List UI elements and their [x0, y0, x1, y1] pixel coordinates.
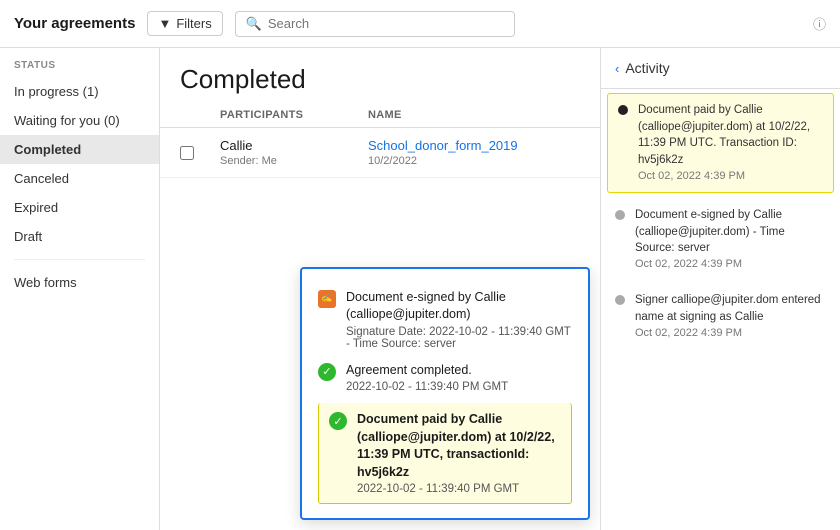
- activity-date-signer: Oct 02, 2022 4:39 PM: [635, 326, 826, 341]
- paid-sub-text: 2022-10-02 - 11:39:40 PM GMT: [357, 483, 561, 495]
- activity-item-esigned[interactable]: Document e-signed by Callie (calliope@ju…: [601, 197, 840, 282]
- doc-cell: School_donor_form_2019 10/2/2022: [368, 138, 580, 167]
- row-checkbox[interactable]: [180, 146, 194, 160]
- completed-icon: ✓: [318, 363, 336, 381]
- activity-dot-paid: [618, 105, 628, 115]
- activity-date-paid: Oct 02, 2022 4:39 PM: [638, 169, 823, 184]
- participant-cell: Callie Sender: Me: [220, 138, 360, 167]
- activity-item-paid[interactable]: Document paid by Callie (calliope@jupite…: [607, 93, 834, 193]
- sidebar-item-canceled[interactable]: Canceled: [0, 164, 159, 193]
- table-row[interactable]: Callie Sender: Me School_donor_form_2019…: [160, 128, 600, 178]
- sidebar-item-expired[interactable]: Expired: [0, 193, 159, 222]
- activity-panel-header[interactable]: ‹ Activity: [601, 48, 840, 89]
- sidebar-item-waiting[interactable]: Waiting for you (0): [0, 106, 159, 135]
- activity-text-signer: Signer calliope@jupiter.dom entered name…: [635, 292, 826, 325]
- checkbox-cell: [180, 146, 212, 160]
- app-header: Your agreements ▼ Filters 🔍 ⓘ: [0, 0, 840, 48]
- esign-icon-shape: ✍: [318, 290, 336, 308]
- esign-icon: ✍: [318, 290, 336, 308]
- sidebar-item-draft[interactable]: Draft: [0, 222, 159, 251]
- completed-main-text: Agreement completed.: [346, 362, 572, 380]
- activity-panel: ‹ Activity Document paid by Callie (call…: [600, 48, 840, 530]
- activity-text-paid: Document paid by Callie (calliope@jupite…: [638, 102, 823, 169]
- search-container: 🔍: [235, 11, 515, 37]
- esign-main-text: Document e-signed by Callie (calliope@ju…: [346, 289, 572, 324]
- paid-text-block: Document paid by Callie (calliope@jupite…: [357, 411, 561, 495]
- activity-dot-esigned: [615, 210, 625, 220]
- doc-name[interactable]: School_donor_form_2019: [368, 138, 580, 153]
- participant-role: Sender: Me: [220, 155, 360, 167]
- sidebar-item-completed[interactable]: Completed: [0, 135, 159, 164]
- activity-dot-signer: [615, 295, 625, 305]
- popup-overlay: ✍ Document e-signed by Callie (calliope@…: [300, 267, 590, 521]
- completed-text-block: Agreement completed. 2022-10-02 - 11:39:…: [346, 362, 572, 394]
- paid-main-text: Document paid by Callie (calliope@jupite…: [357, 411, 561, 481]
- activity-list: Document paid by Callie (calliope@jupite…: [601, 89, 840, 530]
- activity-item-paid-content: Document paid by Callie (calliope@jupite…: [638, 102, 823, 184]
- table-header: PARTICIPANTS NAME: [160, 103, 600, 128]
- activity-date-esigned: Oct 02, 2022 4:39 PM: [635, 257, 826, 272]
- content-header: Completed: [160, 48, 600, 103]
- info-icon[interactable]: ⓘ: [813, 14, 826, 33]
- back-chevron-icon[interactable]: ‹: [615, 61, 619, 76]
- activity-title: Activity: [625, 60, 669, 76]
- doc-date: 10/2/2022: [368, 155, 580, 167]
- sidebar-divider: [14, 259, 145, 260]
- popup-item-paid: ✓ Document paid by Callie (calliope@jupi…: [318, 403, 572, 504]
- filters-button[interactable]: ▼ Filters: [147, 11, 222, 36]
- activity-item-signer[interactable]: Signer calliope@jupiter.dom entered name…: [601, 282, 840, 351]
- center-content: Completed PARTICIPANTS NAME Callie Sende…: [160, 48, 600, 530]
- popup-item-esign: ✍ Document e-signed by Callie (calliope@…: [318, 283, 572, 356]
- main-layout: STATUS In progress (1) Waiting for you (…: [0, 48, 840, 530]
- activity-text-esigned: Document e-signed by Callie (calliope@ju…: [635, 207, 826, 257]
- col-header-name: NAME: [368, 109, 580, 121]
- search-input[interactable]: [268, 16, 504, 31]
- completed-sub-text: 2022-10-02 - 11:39:40 PM GMT: [346, 381, 572, 393]
- esign-text-block: Document e-signed by Callie (calliope@ju…: [346, 289, 572, 350]
- status-section-label: STATUS: [0, 60, 159, 77]
- activity-item-esigned-content: Document e-signed by Callie (calliope@ju…: [635, 207, 826, 272]
- completed-check-icon: ✓: [318, 363, 336, 381]
- page-title: Your agreements: [14, 15, 135, 32]
- paid-check-icon: ✓: [329, 412, 347, 430]
- filter-icon: ▼: [158, 16, 171, 31]
- sidebar-item-in-progress[interactable]: In progress (1): [0, 77, 159, 106]
- content-title: Completed: [180, 64, 580, 95]
- participant-name: Callie: [220, 138, 360, 153]
- esign-sub-text: Signature Date: 2022-10-02 - 11:39:40 GM…: [346, 326, 572, 350]
- popup-item-completed: ✓ Agreement completed. 2022-10-02 - 11:3…: [318, 356, 572, 400]
- col-header-checkbox: [180, 109, 212, 121]
- activity-item-signer-content: Signer calliope@jupiter.dom entered name…: [635, 292, 826, 341]
- sidebar-item-web-forms[interactable]: Web forms: [0, 268, 159, 297]
- sidebar: STATUS In progress (1) Waiting for you (…: [0, 48, 160, 530]
- paid-icon: ✓: [329, 412, 347, 430]
- search-icon: 🔍: [246, 16, 262, 32]
- col-header-participants: PARTICIPANTS: [220, 109, 360, 121]
